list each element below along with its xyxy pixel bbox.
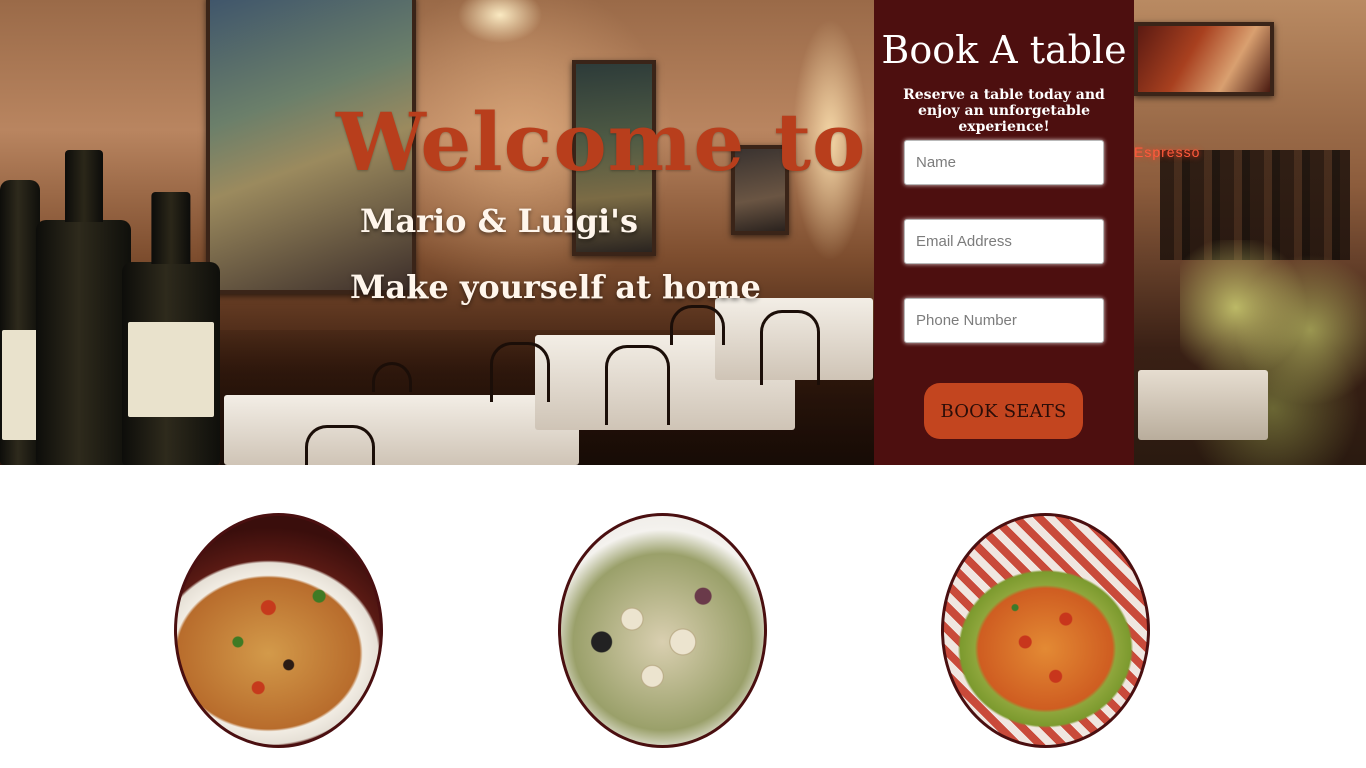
bottle-label [127, 322, 215, 417]
pasta-image [941, 513, 1150, 748]
wine-bottle [36, 150, 131, 465]
email-input[interactable] [904, 219, 1104, 264]
wine-bottle [0, 180, 40, 465]
pizza-image [174, 513, 383, 748]
chair [670, 305, 725, 345]
bottle-neck [151, 192, 191, 264]
welcome-heading: Welcome to [336, 95, 867, 189]
chair [305, 425, 375, 465]
neon-sign: Espresso [1134, 144, 1201, 160]
bottle-neck [64, 150, 103, 222]
wine-bottle [122, 192, 220, 465]
dining-table [1138, 370, 1268, 440]
phone-input[interactable] [904, 298, 1104, 343]
booking-title: Book A table [881, 28, 1127, 72]
booking-panel: Book A table Reserve a table today and e… [874, 0, 1134, 465]
book-seats-button[interactable]: BOOK SEATS [924, 383, 1083, 439]
hero-banner: Espresso Welcome to Mario & Luigi's Make… [0, 0, 1366, 465]
seafood-salad-image [558, 513, 767, 748]
bottle-label [2, 330, 38, 440]
chair [760, 310, 820, 385]
tagline: Make yourself at home [350, 268, 761, 306]
name-input[interactable] [904, 140, 1104, 185]
wall-painting [1134, 22, 1274, 96]
restaurant-name: Mario & Luigi's [360, 202, 638, 240]
chair [490, 342, 550, 402]
dining-table [224, 395, 579, 465]
booking-subtitle: Reserve a table today and enjoy an unfor… [903, 87, 1105, 135]
chair [605, 345, 670, 425]
